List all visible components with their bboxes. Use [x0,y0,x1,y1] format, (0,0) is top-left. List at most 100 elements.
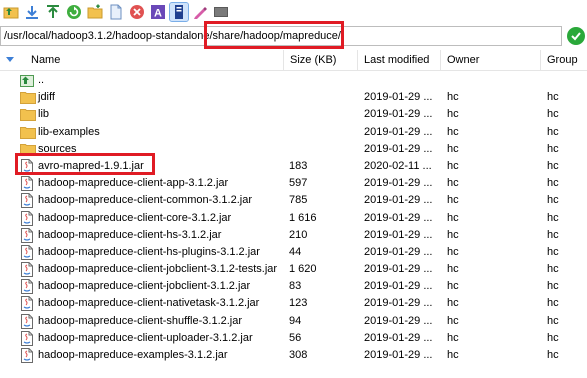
file-row[interactable]: hadoop-mapreduce-client-app-3.1.2.jar 597… [0,175,587,192]
file-row[interactable]: avro-mapred-1.9.1.jar 183 2020-02-11 ... hc… [0,158,587,175]
column-header: Name Size (KB) Last modified Owner Group [0,50,587,71]
column-modified[interactable]: Last modified [358,50,441,70]
file-group: hc [547,91,559,104]
file-modified: 2019-01-29 ... [364,194,433,207]
file-size: 1 620 [289,263,317,276]
terminal-icon[interactable] [212,3,230,21]
file-size: 183 [289,159,308,172]
upload-icon[interactable] [44,3,62,21]
file-modified: 2019-01-29 ... [364,331,433,344]
file-owner: hc [447,331,459,344]
file-modified: 2019-01-29 ... [364,228,433,241]
file-name: hadoop-mapreduce-client-hs-3.1.2.jar [38,228,222,241]
folder-icon [20,125,36,140]
file-group: hc [547,314,559,327]
file-size: 94 [289,314,302,327]
properties-icon[interactable] [169,2,189,22]
refresh-icon[interactable] [65,3,83,21]
file-row[interactable]: hadoop-mapreduce-client-hs-3.1.2.jar 210 2… [0,227,587,244]
file-row[interactable]: hadoop-mapreduce-client-hs-plugins-3.1.2… [0,244,587,261]
file-row[interactable]: hadoop-mapreduce-client-uploader-3.1.2.j… [0,330,587,347]
file-modified: 2019-01-29 ... [364,125,433,138]
file-size: 1 616 [289,211,317,224]
file-row[interactable]: lib 2019-01-29 ... hc hc [0,106,587,123]
file-group: hc [547,297,559,310]
file-size: 785 [289,194,308,207]
file-row[interactable]: hadoop-mapreduce-client-core-3.1.2.jar 1 … [0,210,587,227]
file-row[interactable]: sources 2019-01-29 ... hc hc [0,141,587,158]
edit-icon[interactable] [191,3,209,21]
column-group[interactable]: Group [541,50,587,70]
folder-icon [20,107,36,122]
file-owner: hc [447,349,459,361]
jar-file-icon [20,313,34,329]
jar-file-icon [20,176,34,192]
path-input[interactable]: /usr/local/hadoop3.1.2/hadoop-standalone… [0,26,562,46]
file-row[interactable]: hadoop-mapreduce-client-shuffle-3.1.2.ja… [0,313,587,330]
download-icon[interactable] [23,3,41,21]
file-size: 597 [289,177,308,190]
delete-icon[interactable] [128,3,146,21]
file-row[interactable]: hadoop-mapreduce-examples-3.1.2.jar 308 20… [0,347,587,364]
jar-file-icon [20,210,34,226]
file-name: hadoop-mapreduce-client-uploader-3.1.2.j… [38,331,253,344]
file-row[interactable]: hadoop-mapreduce-client-jobclient-3.1.2.… [0,278,587,295]
file-list: .. jdiff 2019-01-29 ... hc hc lib 2019-01-29 .… [0,72,587,364]
toolbar: A [0,0,587,24]
file-name: hadoop-mapreduce-client-common-3.1.2.jar [38,194,252,207]
file-size: 308 [289,349,308,361]
file-row[interactable]: hadoop-mapreduce-client-common-3.1.2.jar… [0,192,587,209]
file-group: hc [547,331,559,344]
file-owner: hc [447,125,459,138]
file-row[interactable]: hadoop-mapreduce-client-jobclient-3.1.2-… [0,261,587,278]
file-row[interactable]: jdiff 2019-01-29 ... hc hc [0,89,587,106]
jar-file-icon [20,262,34,278]
file-owner: hc [447,297,459,310]
new-folder-icon[interactable] [86,3,104,21]
folder-icon [20,90,36,105]
jar-file-icon [20,348,34,363]
path-bar: /usr/local/hadoop3.1.2/hadoop-standalone… [0,26,587,48]
file-owner: hc [447,314,459,327]
column-owner[interactable]: Owner [441,50,541,70]
file-owner: hc [447,194,459,207]
file-row[interactable]: hadoop-mapreduce-client-nativetask-3.1.2… [0,295,587,312]
file-group: hc [547,125,559,138]
rename-icon[interactable]: A [149,3,167,21]
file-modified: 2019-01-29 ... [364,91,433,104]
file-name: hadoop-mapreduce-examples-3.1.2.jar [38,349,228,361]
file-name: jdiff [38,91,55,104]
parent-directory-icon[interactable] [2,3,20,21]
file-row[interactable]: .. [0,72,587,89]
file-modified: 2020-02-11 ... [364,159,432,172]
file-size: 210 [289,228,308,241]
file-owner: hc [447,108,459,121]
folder-icon [20,142,36,157]
column-size-label: Size (KB) [290,54,337,66]
jar-file-icon [20,158,34,174]
column-name[interactable]: Name [0,50,284,70]
new-file-icon[interactable] [107,3,125,21]
file-group: hc [547,142,559,155]
file-name: hadoop-mapreduce-client-jobclient-3.1.2-… [38,263,278,276]
file-row[interactable]: lib-examples 2019-01-29 ... hc hc [0,124,587,141]
file-name: hadoop-mapreduce-client-jobclient-3.1.2.… [38,280,251,293]
column-size[interactable]: Size (KB) [284,50,358,70]
file-owner: hc [447,245,459,258]
file-owner: hc [447,177,459,190]
file-name: lib [38,108,50,121]
sort-descending-icon [6,57,14,62]
file-group: hc [547,177,559,190]
go-icon[interactable] [567,27,585,45]
file-group: hc [547,263,559,276]
file-owner: hc [447,263,459,276]
file-group: hc [547,228,559,241]
file-modified: 2019-01-29 ... [364,142,433,155]
file-group: hc [547,159,559,172]
column-owner-label: Owner [447,54,480,66]
file-modified: 2019-01-29 ... [364,245,433,258]
file-modified: 2019-01-29 ... [364,314,433,327]
file-owner: hc [447,142,459,155]
column-modified-label: Last modified [364,54,430,66]
file-modified: 2019-01-29 ... [364,177,433,190]
